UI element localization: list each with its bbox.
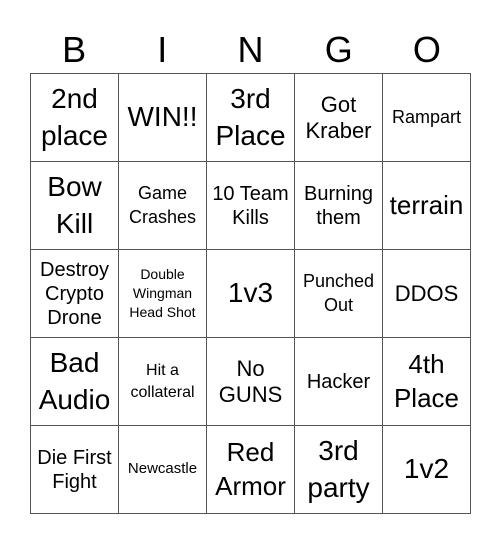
bingo-cell[interactable]: 1v3 bbox=[207, 250, 295, 338]
bingo-cell[interactable]: Red Armor bbox=[207, 426, 295, 514]
bingo-cell[interactable]: Hacker bbox=[295, 338, 383, 426]
bingo-cell[interactable]: DDOS bbox=[383, 250, 471, 338]
bingo-cell[interactable]: WIN!! bbox=[119, 74, 207, 162]
bingo-cell[interactable]: Game Crashes bbox=[119, 162, 207, 250]
bingo-cell[interactable]: 1v2 bbox=[383, 426, 471, 514]
bingo-cell[interactable]: Punched Out bbox=[295, 250, 383, 338]
bingo-cell[interactable]: No GUNS bbox=[207, 338, 295, 426]
header-letter-g: G bbox=[324, 29, 353, 70]
bingo-cell[interactable]: Bad Audio bbox=[31, 338, 119, 426]
bingo-cell[interactable]: Got Kraber bbox=[295, 74, 383, 162]
bingo-cell[interactable]: Bow Kill bbox=[31, 162, 119, 250]
bingo-cell[interactable]: Rampart bbox=[383, 74, 471, 162]
bingo-board: 2nd place WIN!! 3rd Place Got Kraber Ram… bbox=[30, 73, 471, 514]
header-letter-i: I bbox=[157, 29, 168, 70]
bingo-cell[interactable]: Die First Fight bbox=[31, 426, 119, 514]
bingo-cell[interactable]: Burning them bbox=[295, 162, 383, 250]
bingo-cell[interactable]: Destroy Crypto Drone bbox=[31, 250, 119, 338]
bingo-cell[interactable]: Hit a collateral bbox=[119, 338, 207, 426]
bingo-cell[interactable]: Double Wingman Head Shot bbox=[119, 250, 207, 338]
header-letter-b: B bbox=[62, 29, 87, 70]
bingo-cell[interactable]: 10 Team Kills bbox=[207, 162, 295, 250]
bingo-cell[interactable]: 4th Place bbox=[383, 338, 471, 426]
header-letter-n: N bbox=[237, 29, 264, 70]
bingo-cell[interactable]: 2nd place bbox=[31, 74, 119, 162]
bingo-cell[interactable]: Newcastle bbox=[119, 426, 207, 514]
bingo-header: B I N G O bbox=[30, 28, 471, 72]
bingo-cell[interactable]: terrain bbox=[383, 162, 471, 250]
header-letter-o: O bbox=[412, 29, 441, 70]
bingo-cell[interactable]: 3rd Place bbox=[207, 74, 295, 162]
bingo-cell[interactable]: 3rd party bbox=[295, 426, 383, 514]
